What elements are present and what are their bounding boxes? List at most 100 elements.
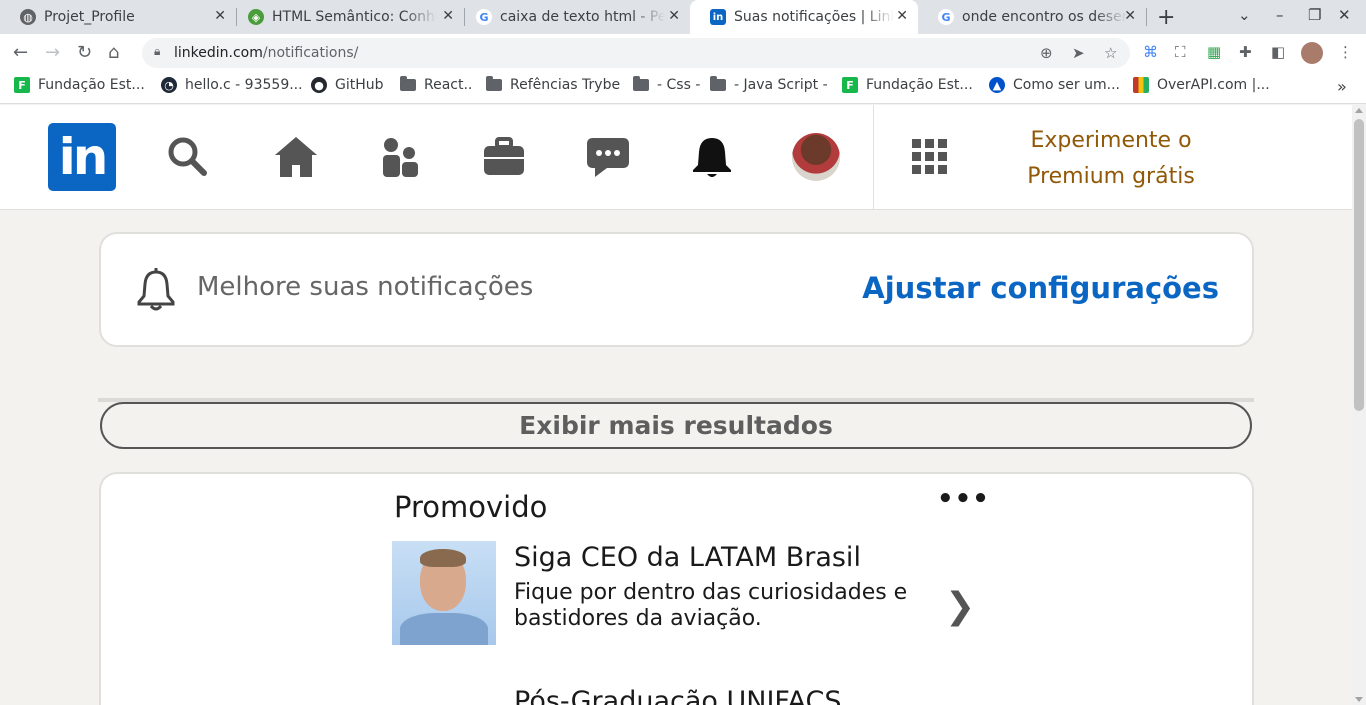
logo-text: in bbox=[58, 128, 109, 186]
tab-google-desenhos[interactable]: G onde encontro os desenhos ✕ bbox=[918, 0, 1146, 34]
url-text[interactable]: linkedin.com/notifications/ bbox=[174, 45, 358, 61]
promoted-description: Fique por dentro das curiosidades e bast… bbox=[514, 580, 908, 631]
zoom-icon[interactable]: ⊕ bbox=[1040, 44, 1053, 62]
bookmark-folder[interactable]: Refências Trybe bbox=[486, 76, 621, 93]
address-bar[interactable]: 🔒︎ linkedin.com/notifications/ ⊕ ➤ ☆ bbox=[142, 38, 1130, 68]
screenshot-icon[interactable]: ⛶ bbox=[1175, 43, 1186, 61]
notifications-bell-icon[interactable] bbox=[688, 133, 736, 181]
bookmark-folder[interactable]: - Java Script - bbox=[710, 76, 828, 93]
premium-line-1: Experimente o bbox=[1030, 128, 1192, 153]
premium-line-2: Premium grátis bbox=[1027, 164, 1195, 189]
bookmark-label: - Java Script - bbox=[734, 77, 828, 93]
overapi-icon bbox=[1133, 77, 1149, 93]
more-options-icon[interactable]: ••• bbox=[937, 484, 990, 514]
bookmark-item[interactable]: ◔ hello.c - 93559... bbox=[161, 77, 303, 93]
bookmark-item[interactable]: F Fundação Est... bbox=[14, 77, 145, 93]
promoted-next-title[interactable]: Pós-Graduação UNIFACS bbox=[514, 686, 841, 705]
bookmark-label: Fundação Est... bbox=[866, 77, 973, 93]
promoted-card: Promovido ••• Siga CEO da LATAM Brasil F… bbox=[99, 472, 1254, 705]
alura-icon: ◈ bbox=[248, 9, 264, 25]
google-icon: G bbox=[938, 9, 954, 25]
translate-icon[interactable]: ⌘ bbox=[1143, 43, 1158, 61]
side-panel-icon[interactable]: ◧ bbox=[1271, 43, 1285, 61]
profile-avatar[interactable] bbox=[792, 133, 840, 181]
messaging-icon[interactable] bbox=[584, 133, 632, 181]
promoted-title[interactable]: Siga CEO da LATAM Brasil bbox=[514, 542, 861, 573]
bookmark-label: Como ser um... bbox=[1013, 77, 1120, 93]
bookmark-item[interactable]: ▲ Como ser um... bbox=[989, 77, 1120, 93]
scrollbar-thumb[interactable] bbox=[1354, 119, 1364, 411]
tab-projet-profile[interactable]: ◍ Projet_Profile ✕ bbox=[0, 0, 236, 34]
bookmark-star-icon[interactable]: ☆ bbox=[1104, 44, 1117, 62]
promoted-heading: Promovido bbox=[394, 490, 548, 524]
home-nav-icon[interactable] bbox=[272, 133, 320, 181]
header-divider bbox=[873, 105, 874, 209]
tab-title: caixa de texto html - Pesquisa bbox=[500, 9, 665, 25]
folder-icon bbox=[633, 76, 649, 91]
browser-tab-strip: ◍ Projet_Profile ✕ ◈ HTML Semântico: Con… bbox=[0, 0, 1366, 34]
minimize-icon[interactable]: – bbox=[1276, 6, 1284, 24]
close-tab-icon[interactable]: ✕ bbox=[1124, 8, 1136, 24]
bookmarks-overflow-button[interactable]: » bbox=[1337, 77, 1347, 96]
bookmark-item[interactable]: ● GitHub bbox=[311, 77, 384, 93]
search-icon[interactable] bbox=[164, 133, 212, 181]
tab-title: onde encontro os desenhos bbox=[962, 9, 1127, 25]
extensions-puzzle-icon[interactable]: ✚ bbox=[1239, 43, 1252, 61]
tab-title: HTML Semântico: Conheça bbox=[272, 9, 437, 25]
browser-toolbar: ← → ↻ ⌂ 🔒︎ linkedin.com/notifications/ ⊕… bbox=[0, 34, 1366, 72]
replit-icon: ◔ bbox=[161, 77, 177, 93]
new-tab-icon[interactable]: + bbox=[1157, 5, 1175, 30]
jobs-briefcase-icon[interactable] bbox=[480, 133, 528, 181]
adjust-settings-link[interactable]: Ajustar configurações bbox=[862, 271, 1219, 305]
bookmark-label: hello.c - 93559... bbox=[185, 77, 303, 93]
premium-trial-link[interactable]: Experimente o Premium grátis bbox=[1011, 123, 1211, 195]
close-tab-icon[interactable]: ✕ bbox=[896, 8, 908, 24]
scroll-down-arrow[interactable] bbox=[1355, 697, 1363, 702]
bookmark-label: Refências Trybe bbox=[510, 77, 621, 93]
google-icon: G bbox=[476, 9, 492, 25]
bookmark-label: GitHub bbox=[335, 77, 384, 93]
url-host: linkedin.com bbox=[174, 45, 263, 61]
sheets-extension-icon[interactable]: ▦ bbox=[1207, 43, 1221, 61]
close-window-icon[interactable]: ✕ bbox=[1338, 6, 1351, 24]
apps-grid-icon[interactable] bbox=[906, 133, 954, 181]
linkedin-logo[interactable]: in bbox=[48, 123, 116, 191]
atlassian-icon: ▲ bbox=[989, 77, 1005, 93]
bookmark-item[interactable]: F Fundação Est... bbox=[842, 77, 973, 93]
bookmark-folder[interactable]: - Css - bbox=[633, 76, 700, 93]
lock-icon[interactable]: 🔒︎ bbox=[154, 44, 160, 59]
kebab-menu-icon[interactable]: ⋮ bbox=[1338, 43, 1353, 61]
send-icon[interactable]: ➤ bbox=[1072, 44, 1085, 62]
bookmark-label: Fundação Est... bbox=[38, 77, 145, 93]
globe-icon: ◍ bbox=[20, 9, 36, 25]
close-tab-icon[interactable]: ✕ bbox=[214, 8, 226, 24]
tab-search-icon[interactable]: ⌄ bbox=[1238, 6, 1251, 24]
bookmark-item[interactable]: OverAPI.com |... bbox=[1133, 77, 1270, 93]
promoted-person-photo[interactable] bbox=[392, 541, 496, 645]
reload-icon[interactable]: ↻ bbox=[77, 42, 92, 63]
back-icon[interactable]: ← bbox=[13, 42, 28, 63]
bookmark-folder[interactable]: React.. bbox=[400, 76, 473, 93]
close-tab-icon[interactable]: ✕ bbox=[668, 8, 680, 24]
scroll-up-arrow[interactable] bbox=[1355, 108, 1363, 113]
tab-google-caixa-texto[interactable]: G caixa de texto html - Pesquisa ✕ bbox=[456, 0, 690, 34]
bookmark-label: React.. bbox=[424, 77, 473, 93]
chevron-right-icon[interactable]: ❯ bbox=[945, 586, 975, 627]
profile-avatar-icon[interactable] bbox=[1301, 42, 1323, 64]
folder-icon bbox=[486, 76, 502, 91]
page-scrollbar[interactable] bbox=[1352, 105, 1366, 705]
url-path: /notifications/ bbox=[262, 45, 359, 61]
home-icon[interactable]: ⌂ bbox=[108, 42, 119, 63]
show-more-results-button[interactable]: Exibir mais resultados bbox=[100, 402, 1252, 449]
restore-icon[interactable]: ❐ bbox=[1308, 6, 1321, 24]
tab-separator bbox=[1146, 8, 1147, 26]
tab-html-semantico[interactable]: ◈ HTML Semântico: Conheça ✕ bbox=[228, 0, 464, 34]
folder-icon bbox=[400, 76, 416, 91]
my-network-icon[interactable] bbox=[376, 133, 424, 181]
close-tab-icon[interactable]: ✕ bbox=[442, 8, 454, 24]
forward-icon[interactable]: → bbox=[45, 42, 60, 63]
green-square-icon: F bbox=[842, 77, 858, 93]
linkedin-icon: in bbox=[710, 9, 726, 25]
tab-linkedin-notifications[interactable]: in Suas notificações | LinkedIn ✕ bbox=[690, 0, 918, 34]
tab-title: Suas notificações | LinkedIn bbox=[734, 9, 894, 25]
